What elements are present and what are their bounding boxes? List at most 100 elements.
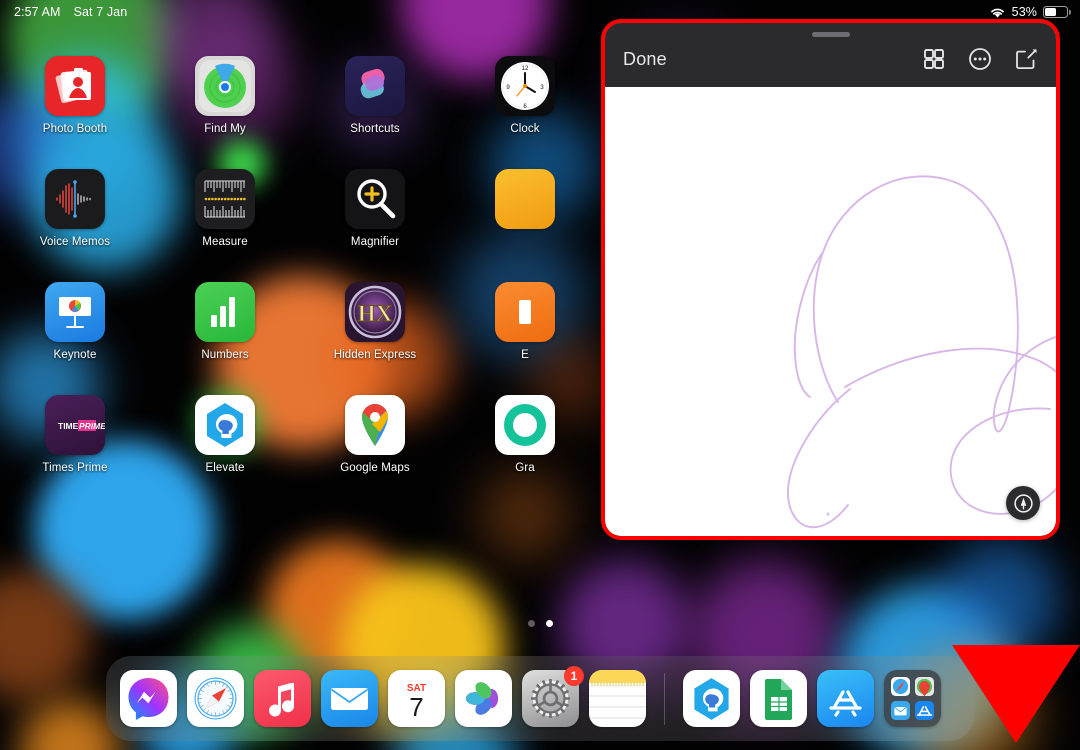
app-row: Keynote Numbers HX Hidden Express E: [0, 282, 680, 395]
dock-item-settings[interactable]: 1: [522, 666, 584, 727]
svg-text:7: 7: [409, 692, 423, 722]
app-cell-elevate[interactable]: Elevate: [150, 395, 300, 508]
app-cell-measure[interactable]: Measure: [150, 169, 300, 282]
yellow-app-icon[interactable]: [495, 169, 555, 229]
quick-note-canvas[interactable]: [605, 87, 1056, 536]
app-cell-keynote[interactable]: Keynote: [0, 282, 150, 395]
numbers-icon[interactable]: [195, 282, 255, 342]
photos-icon[interactable]: [455, 670, 512, 727]
elevate-icon[interactable]: [195, 395, 255, 455]
times-prime-icon[interactable]: TIMES PRIME: [45, 395, 105, 455]
done-button[interactable]: Done: [623, 49, 667, 70]
app-cell-hidden-express[interactable]: HX Hidden Express: [300, 282, 450, 395]
app-cell-google-maps[interactable]: Google Maps: [300, 395, 450, 508]
google-maps-icon[interactable]: [345, 395, 405, 455]
annotation-arrow-down: [952, 645, 1080, 750]
app-label: Find My: [204, 123, 246, 135]
svg-text:HX: HX: [358, 301, 393, 326]
quick-note-panel: Done: [605, 23, 1056, 536]
dock-item-music[interactable]: [254, 670, 311, 727]
app-cell-shortcuts[interactable]: Shortcuts: [300, 56, 450, 169]
magnifier-icon[interactable]: [345, 169, 405, 229]
app-row: Voice Memos Measure Magnifier: [0, 169, 680, 282]
status-bar-right: 53%: [989, 5, 1068, 19]
dock-item-safari[interactable]: [187, 670, 244, 727]
app-row: TIMES PRIME Times Prime Elevate Google Ma…: [0, 395, 680, 508]
dock-item-notes[interactable]: [589, 670, 646, 727]
quick-note-header-actions: [922, 47, 1038, 71]
clock-icon[interactable]: 12 6 3 9: [495, 56, 555, 116]
app-label: Keynote: [53, 349, 97, 361]
drag-handle[interactable]: [811, 32, 850, 37]
app-icon-grid: Photo Booth Find My Shortcuts 12 6 3 9 C…: [0, 56, 680, 508]
handwriting-drawing: [787, 175, 1056, 529]
voice-memos-icon[interactable]: [45, 169, 105, 229]
app-store-icon[interactable]: [817, 670, 874, 727]
more-options-icon[interactable]: [968, 47, 992, 71]
dock-item-messenger[interactable]: [120, 670, 177, 727]
compose-icon[interactable]: [1014, 47, 1038, 71]
ipad-home-screen: 2:57 AM Sat 7 Jan 53% Photo Booth Find M…: [0, 0, 1080, 750]
page-indicator-dots[interactable]: [0, 620, 1080, 627]
quick-note-header: Done: [605, 23, 1056, 87]
app-label: Magnifier: [350, 236, 400, 248]
app-label: Measure: [202, 236, 248, 248]
grammarly-icon[interactable]: [495, 395, 555, 455]
dock-separator: [664, 672, 665, 725]
page-dot-2[interactable]: [545, 620, 553, 627]
mail-icon[interactable]: [321, 670, 378, 727]
grid-view-icon[interactable]: [922, 47, 946, 71]
photo-booth-icon[interactable]: [45, 56, 105, 116]
measure-icon[interactable]: [195, 169, 255, 229]
app-cell-e[interactable]: E: [450, 282, 600, 395]
google-sheets-icon[interactable]: [750, 670, 807, 727]
notification-badge: 1: [564, 666, 584, 686]
dock-item-mail[interactable]: [321, 670, 378, 727]
dock-item-photos[interactable]: [455, 670, 512, 727]
status-date: Sat 7 Jan: [73, 5, 128, 19]
app-label: Hidden Express: [333, 349, 417, 361]
status-bar-left: 2:57 AM Sat 7 Jan: [14, 5, 127, 19]
bokeh-circle: [20, 700, 120, 750]
orange-app-icon[interactable]: [495, 282, 555, 342]
markup-pen-icon[interactable]: [1006, 486, 1040, 520]
hidden-express-icon[interactable]: HX: [345, 282, 405, 342]
app-cell-numbers[interactable]: Numbers: [150, 282, 300, 395]
music-icon[interactable]: [254, 670, 311, 727]
battery-icon: [1043, 6, 1068, 18]
calendar-icon[interactable]: SAT 7: [388, 670, 445, 727]
bokeh-circle: [940, 540, 1060, 660]
dock-item-calendar[interactable]: SAT 7: [388, 670, 445, 727]
app-row: Photo Booth Find My Shortcuts 12 6 3 9 C…: [0, 56, 680, 169]
elevate-icon[interactable]: [683, 670, 740, 727]
app-cell-find-my[interactable]: Find My: [150, 56, 300, 169]
svg-text:12: 12: [522, 66, 529, 72]
folder-icon[interactable]: [884, 670, 941, 727]
app-cell-yellow-app-icon[interactable]: [450, 169, 600, 282]
app-label: Gra: [515, 462, 535, 474]
quick-note-window: Done: [601, 19, 1060, 540]
status-bar: 2:57 AM Sat 7 Jan 53%: [0, 0, 1080, 24]
app-cell-times-prime[interactable]: TIMES PRIME Times Prime: [0, 395, 150, 508]
shortcuts-icon[interactable]: [345, 56, 405, 116]
app-cell-gra[interactable]: Gra: [450, 395, 600, 508]
dock: SAT 7 1: [106, 656, 974, 741]
dock-item-app-library-folder[interactable]: [884, 670, 941, 727]
app-cell-voice-memos[interactable]: Voice Memos: [0, 169, 150, 282]
app-cell-magnifier[interactable]: Magnifier: [300, 169, 450, 282]
find-my-icon[interactable]: [195, 56, 255, 116]
dock-item-google-sheets[interactable]: [750, 670, 807, 727]
notes-icon[interactable]: [589, 670, 646, 727]
dock-item-elevate[interactable]: [683, 670, 740, 727]
app-cell-photo-booth[interactable]: Photo Booth: [0, 56, 150, 169]
app-label: Voice Memos: [39, 236, 111, 248]
keynote-icon[interactable]: [45, 282, 105, 342]
page-dot-1[interactable]: [527, 620, 535, 627]
app-label: Numbers: [201, 349, 249, 361]
messenger-icon[interactable]: [120, 670, 177, 727]
app-cell-clock[interactable]: 12 6 3 9 Clock: [450, 56, 600, 169]
app-label: Shortcuts: [350, 123, 400, 135]
dock-item-app-store[interactable]: [817, 670, 874, 727]
safari-icon[interactable]: [187, 670, 244, 727]
battery-percent-label: 53%: [1011, 5, 1037, 19]
